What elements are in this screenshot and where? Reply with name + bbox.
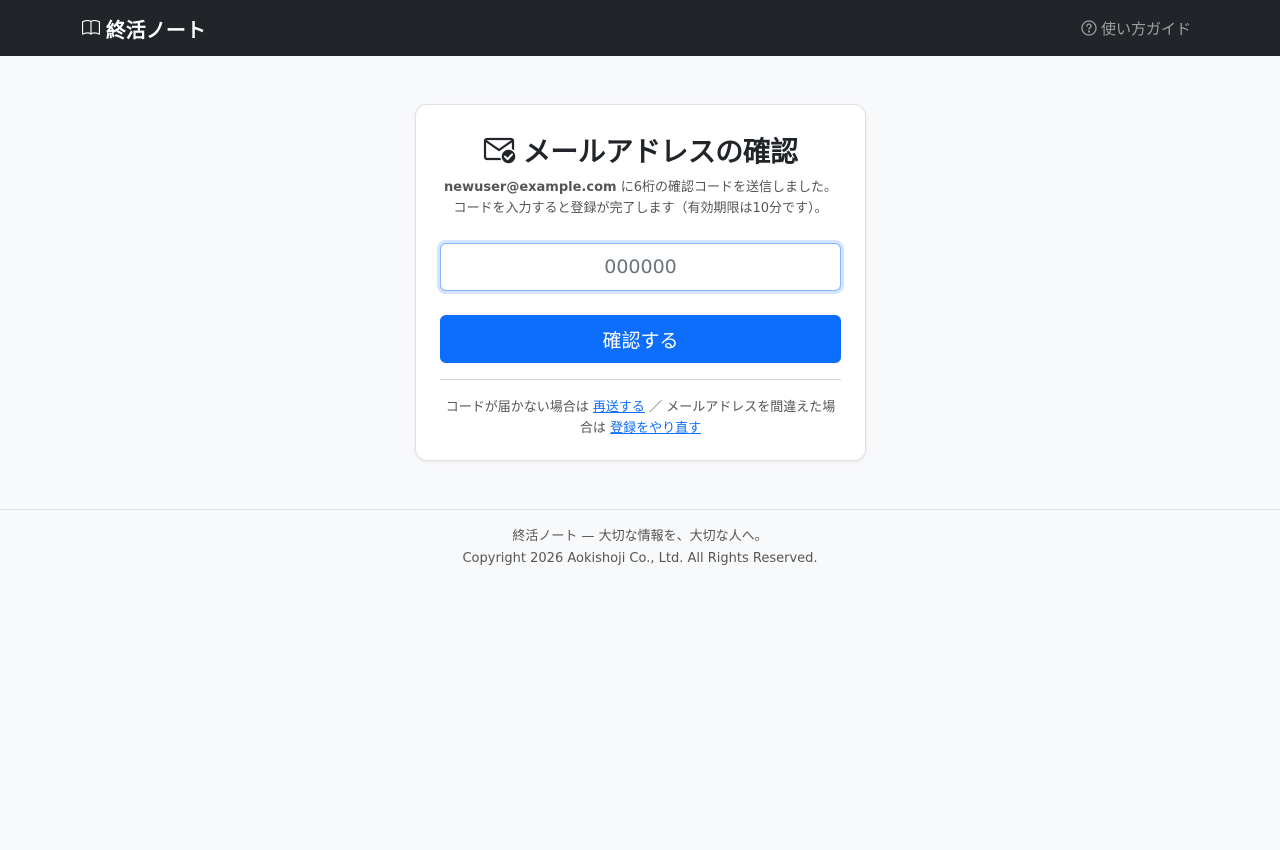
top-navbar: 終活ノート 使い方ガイド — [0, 0, 1280, 56]
instructions-line-1: newuser@example.com に6桁の確認コードを送信しました。 — [440, 177, 841, 198]
brand-logo[interactable]: 終活ノート — [81, 14, 206, 43]
resend-link[interactable]: 再送する — [593, 400, 645, 415]
confirm-button[interactable]: 確認する — [440, 315, 841, 363]
instructions-line-1-text: に6桁の確認コードを送信しました。 — [616, 180, 837, 195]
page-title-text: メールアドレスの確認 — [522, 135, 799, 168]
instructions: newuser@example.com に6桁の確認コードを送信しました。 コー… — [440, 177, 841, 219]
instructions-line-2: コードを入力すると登録が完了します（有効期限は10分です）。 — [453, 201, 828, 216]
envelope-check-icon — [483, 137, 517, 165]
footer: 終活ノート — 大切な情報を、大切な人へ。 Copyright 2026 Aok… — [0, 526, 1280, 570]
verify-email-card: メールアドレスの確認 newuser@example.com に6桁の確認コード… — [415, 104, 866, 461]
help-prefix: コードが届かない場合は — [445, 400, 593, 415]
recipient-email: newuser@example.com — [444, 180, 617, 195]
usage-guide-label: 使い方ガイド — [1100, 19, 1191, 38]
verification-code-input[interactable] — [440, 243, 841, 291]
book-icon — [82, 20, 100, 35]
redo-registration-link[interactable]: 登録をやり直す — [610, 421, 701, 436]
usage-guide-link[interactable]: 使い方ガイド — [1081, 18, 1191, 39]
page-title: メールアドレスの確認 — [440, 133, 841, 168]
question-circle-icon — [1081, 20, 1097, 36]
help-text: コードが届かない場合は 再送する ／ メールアドレスを間違えた場合は 登録をやり… — [440, 397, 841, 439]
footer-tagline: 終活ノート — 大切な情報を、大切な人へ。 — [512, 529, 768, 544]
divider — [440, 379, 841, 380]
footer-divider — [0, 509, 1280, 510]
footer-copyright: Copyright 2026 Aokishoji Co., Ltd. All R… — [462, 551, 818, 566]
brand-name: 終活ノート — [106, 17, 206, 42]
